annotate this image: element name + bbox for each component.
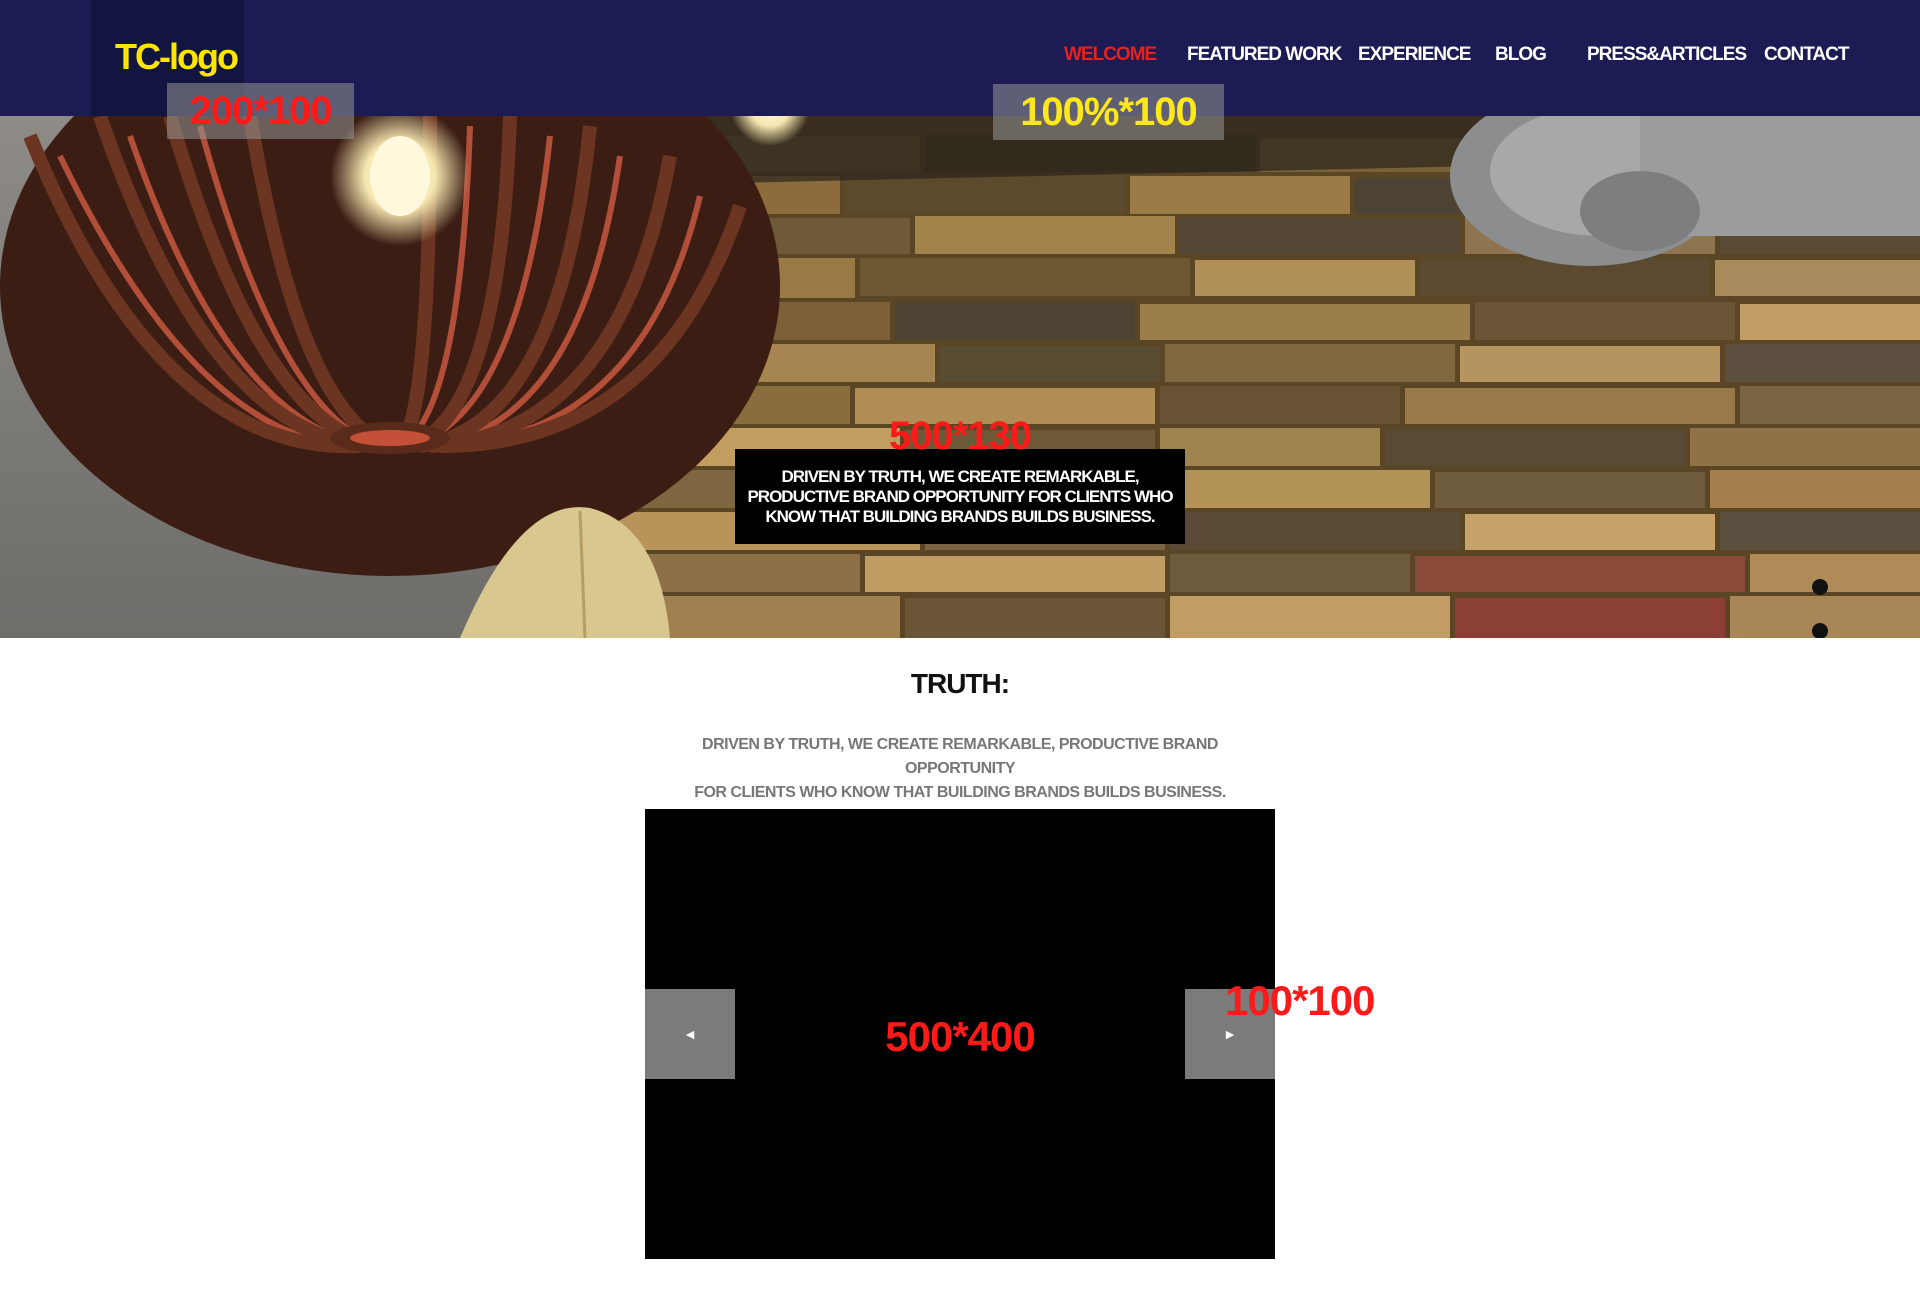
hero-pagination-dots — [1812, 579, 1830, 638]
image-slider: 500*400 ◄ ► — [645, 809, 1275, 1259]
section-title: TRUTH: — [910, 668, 1010, 699]
hero-caption-size-annotation: 500*130 — [888, 414, 1032, 458]
arrow-size-annotation: 100*100 — [1225, 977, 1375, 1024]
hero-caption-text: DRIVEN BY TRUTH, WE CREATE REMARKABLE, P… — [747, 466, 1173, 526]
hero-image — [0, 116, 1920, 638]
section-description-line-1: DRIVEN BY TRUTH, WE CREATE REMARKABLE, P… — [702, 736, 1218, 777]
slider-size-annotation: 500*400 — [885, 1013, 1036, 1060]
hero-banner: 500*130 DRIVEN BY TRUTH, WE CREATE REMAR… — [0, 116, 1920, 638]
hero-dot-1[interactable] — [1812, 579, 1828, 595]
section-description-line-2: FOR CLIENTS WHO KNOW THAT BUILDING BRAND… — [694, 784, 1226, 801]
nav-item-contact[interactable]: CONTACT — [1764, 44, 1849, 66]
main-nav: WELCOME FEATURED WORK EXPERIENCE BLOG PR… — [0, 44, 1920, 74]
nav-item-featured-work[interactable]: FEATURED WORK — [1187, 44, 1342, 66]
nav-item-press-articles[interactable]: PRESS&ARTICLES — [1587, 44, 1747, 66]
hero-dot-2[interactable] — [1812, 623, 1828, 638]
hero-caption-box: DRIVEN BY TRUTH, WE CREATE REMARKABLE, P… — [735, 449, 1185, 544]
slider-prev-button[interactable]: ◄ — [645, 989, 735, 1079]
nav-item-blog[interactable]: BLOG — [1495, 44, 1547, 66]
nav-item-welcome[interactable]: WELCOME — [1064, 44, 1157, 66]
logo-size-annotation: 200*100 — [167, 83, 354, 139]
nav-item-experience[interactable]: EXPERIENCE — [1358, 44, 1471, 66]
arrow-left-icon: ◄ — [683, 1026, 697, 1042]
arrow-right-icon: ► — [1223, 1026, 1237, 1042]
nav-size-annotation: 100%*100 — [993, 84, 1224, 140]
section-description: DRIVEN BY TRUTH, WE CREATE REMARKABLE, P… — [660, 733, 1260, 805]
